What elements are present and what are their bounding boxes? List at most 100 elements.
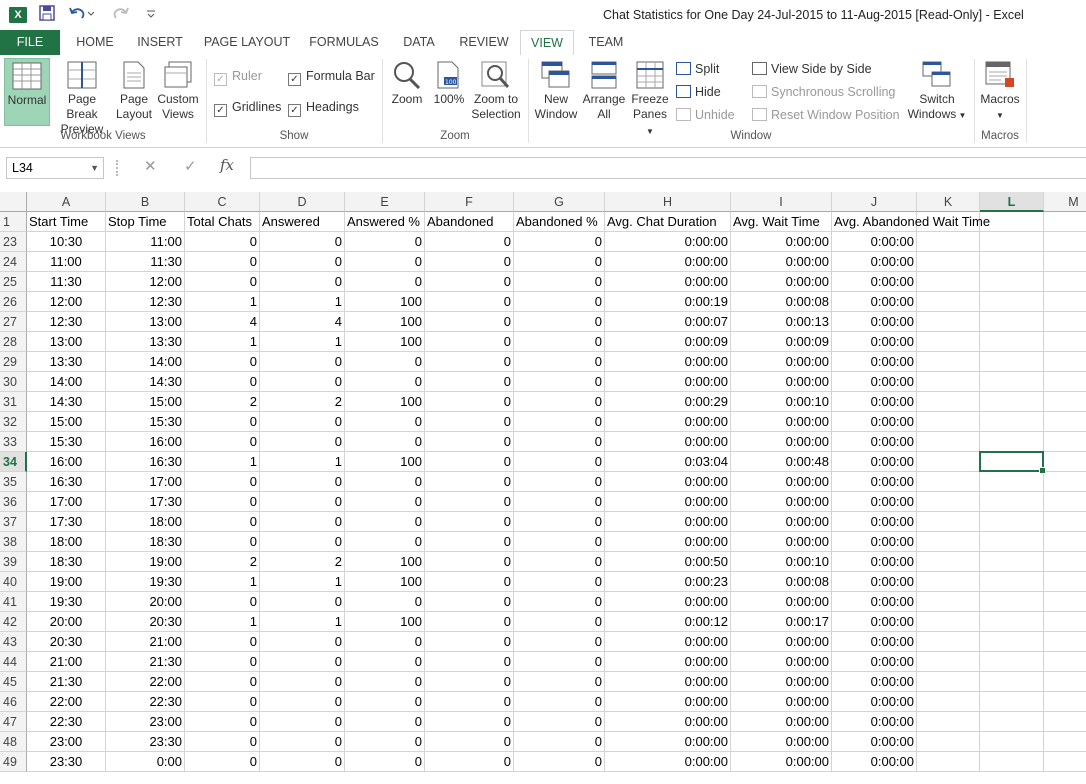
- table-cell[interactable]: 0:00:00: [605, 752, 731, 772]
- table-cell[interactable]: [1044, 432, 1086, 452]
- table-cell[interactable]: 0: [345, 492, 425, 512]
- table-cell[interactable]: 0: [260, 472, 345, 492]
- table-cell[interactable]: 0: [345, 252, 425, 272]
- table-cell[interactable]: 0: [514, 632, 605, 652]
- table-cell[interactable]: 0: [514, 332, 605, 352]
- table-cell[interactable]: [980, 552, 1044, 572]
- table-cell[interactable]: [980, 692, 1044, 712]
- tab-team[interactable]: TEAM: [580, 30, 632, 55]
- table-cell[interactable]: 0:00:00: [731, 532, 832, 552]
- table-cell[interactable]: 0:00:00: [605, 432, 731, 452]
- table-cell[interactable]: 10:30: [27, 232, 106, 252]
- table-cell[interactable]: 0:00:00: [605, 372, 731, 392]
- row-header[interactable]: 33: [0, 432, 27, 452]
- table-cell[interactable]: 0: [185, 412, 260, 432]
- table-cell[interactable]: [980, 252, 1044, 272]
- table-cell[interactable]: 0:00:00: [605, 352, 731, 372]
- table-cell[interactable]: 0:00:00: [731, 492, 832, 512]
- row-header[interactable]: 41: [0, 592, 27, 612]
- table-cell[interactable]: [1044, 572, 1086, 592]
- table-cell[interactable]: [980, 532, 1044, 552]
- table-cell[interactable]: 100: [345, 312, 425, 332]
- table-cell[interactable]: 0: [185, 492, 260, 512]
- table-cell[interactable]: [917, 432, 980, 452]
- table-cell[interactable]: 0: [425, 612, 514, 632]
- new-window-button[interactable]: New Window: [532, 61, 580, 122]
- table-cell[interactable]: 0:00:00: [832, 252, 917, 272]
- table-cell[interactable]: [917, 492, 980, 512]
- select-all-corner[interactable]: [0, 192, 27, 212]
- worksheet-grid[interactable]: A B C D E F G H I J K L M 1 Start Time Stop Time Total C…: [0, 192, 1086, 784]
- table-cell[interactable]: [980, 472, 1044, 492]
- table-cell[interactable]: 0:00:00: [832, 532, 917, 552]
- row-header[interactable]: 24: [0, 252, 27, 272]
- table-cell[interactable]: 0: [514, 492, 605, 512]
- table-cell[interactable]: 0: [514, 372, 605, 392]
- headings-checkbox[interactable]: ✓ Headings: [288, 100, 359, 117]
- table-cell[interactable]: [1044, 692, 1086, 712]
- table-cell[interactable]: 0: [514, 732, 605, 752]
- table-cell[interactable]: [917, 292, 980, 312]
- table-cell[interactable]: 19:30: [106, 572, 185, 592]
- table-cell[interactable]: 0: [260, 652, 345, 672]
- table-cell[interactable]: [917, 612, 980, 632]
- table-cell[interactable]: 4: [260, 312, 345, 332]
- table-cell[interactable]: 15:00: [27, 412, 106, 432]
- table-cell[interactable]: 0: [514, 472, 605, 492]
- table-cell[interactable]: 100: [345, 332, 425, 352]
- table-cell[interactable]: 18:00: [27, 532, 106, 552]
- table-cell[interactable]: 0: [260, 372, 345, 392]
- column-header-j[interactable]: J: [832, 192, 917, 212]
- table-cell[interactable]: 0: [345, 232, 425, 252]
- table-cell[interactable]: 19:30: [27, 592, 106, 612]
- column-title-cell[interactable]: Avg. Chat Duration: [605, 212, 731, 232]
- table-cell[interactable]: 0:00:29: [605, 392, 731, 412]
- table-cell[interactable]: [980, 432, 1044, 452]
- table-cell[interactable]: [1044, 292, 1086, 312]
- table-cell[interactable]: [980, 392, 1044, 412]
- chevron-down-icon[interactable]: ▼: [90, 158, 99, 178]
- table-cell[interactable]: 0:00:00: [605, 232, 731, 252]
- table-cell[interactable]: 0: [514, 272, 605, 292]
- row-header[interactable]: 35: [0, 472, 27, 492]
- table-cell[interactable]: 15:30: [27, 432, 106, 452]
- insert-function-icon[interactable]: fx: [220, 156, 234, 174]
- row-header[interactable]: 47: [0, 712, 27, 732]
- table-cell[interactable]: 0:00:00: [832, 352, 917, 372]
- column-header-g[interactable]: G: [514, 192, 605, 212]
- table-cell[interactable]: 12:30: [27, 312, 106, 332]
- table-cell[interactable]: 0: [514, 412, 605, 432]
- table-cell[interactable]: 0:00:00: [605, 252, 731, 272]
- table-cell[interactable]: 0:00:00: [832, 612, 917, 632]
- table-cell[interactable]: 0: [185, 352, 260, 372]
- table-cell[interactable]: 11:00: [106, 232, 185, 252]
- table-cell[interactable]: 0:00:00: [731, 672, 832, 692]
- table-cell[interactable]: 0:00:00: [731, 272, 832, 292]
- table-cell[interactable]: 0:00:00: [832, 232, 917, 252]
- row-header[interactable]: 30: [0, 372, 27, 392]
- row-header[interactable]: 45: [0, 672, 27, 692]
- table-cell[interactable]: [917, 592, 980, 612]
- table-cell[interactable]: 0: [514, 592, 605, 612]
- table-cell[interactable]: 0:00:00: [731, 232, 832, 252]
- table-cell[interactable]: 14:00: [106, 352, 185, 372]
- table-cell[interactable]: [1044, 452, 1086, 472]
- column-title-cell[interactable]: [1044, 212, 1086, 232]
- table-cell[interactable]: 0: [425, 672, 514, 692]
- table-cell[interactable]: 18:00: [106, 512, 185, 532]
- row-header[interactable]: 36: [0, 492, 27, 512]
- table-cell[interactable]: [1044, 652, 1086, 672]
- table-cell[interactable]: 0: [425, 732, 514, 752]
- table-cell[interactable]: 0: [185, 532, 260, 552]
- row-header[interactable]: 1: [0, 212, 27, 232]
- tab-data[interactable]: DATA: [390, 30, 448, 55]
- table-cell[interactable]: 0: [514, 232, 605, 252]
- table-cell[interactable]: 0: [425, 332, 514, 352]
- table-cell[interactable]: 2: [260, 392, 345, 412]
- column-title-cell[interactable]: Stop Time: [106, 212, 185, 232]
- arrange-all-button[interactable]: Arrange All: [580, 61, 628, 122]
- table-cell[interactable]: 0: [185, 592, 260, 612]
- table-cell[interactable]: 0: [425, 632, 514, 652]
- table-cell[interactable]: 0: [185, 652, 260, 672]
- table-cell[interactable]: [1044, 612, 1086, 632]
